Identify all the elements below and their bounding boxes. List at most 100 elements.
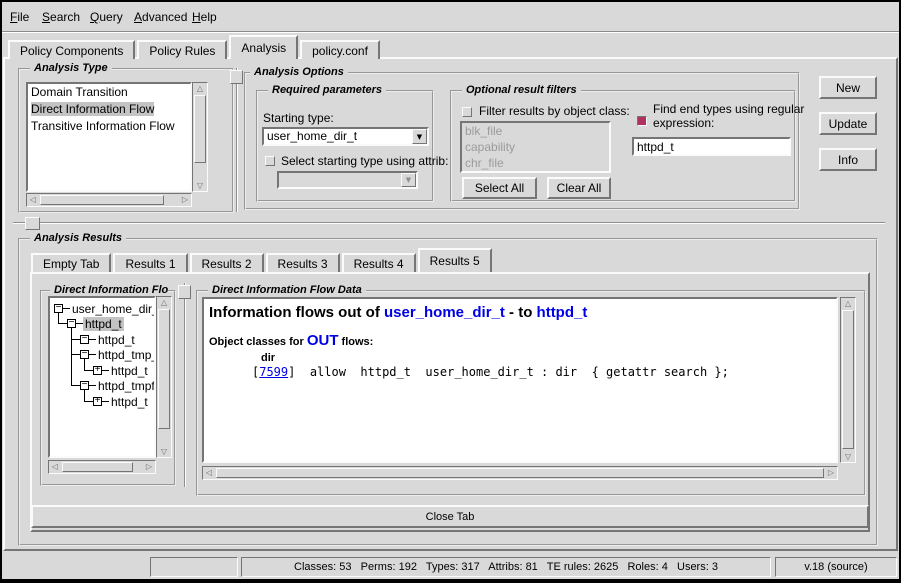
tab-results-1[interactable]: Results 1 (113, 253, 187, 272)
expand-toggle-icon[interactable]: − (80, 350, 89, 359)
tree-node[interactable]: −httpd_tmp_t (80, 347, 156, 362)
chevron-down-icon: ▼ (417, 133, 422, 141)
scroll-right-icon[interactable]: ▷ (825, 467, 837, 478)
tree-node[interactable]: −httpd_t (80, 332, 137, 347)
tree-connector (58, 323, 67, 324)
tab-results-4[interactable]: Results 4 (342, 253, 416, 272)
flow-tree-title: Direct Information Flow T (50, 284, 168, 296)
clear-all-button[interactable]: Clear All (547, 177, 611, 199)
tree-node[interactable]: +httpd_t (93, 363, 150, 378)
tree-connector (71, 385, 80, 386)
target-type: httpd_t (537, 304, 588, 321)
menu-search[interactable]: Search (42, 10, 80, 24)
flow-data-hscrollbar[interactable]: ◁ ▷ (202, 466, 838, 480)
scroll-left-icon[interactable]: ◁ (27, 194, 39, 205)
analysis-type-vscrollbar[interactable]: △ ▽ (192, 82, 208, 192)
tab-results-3[interactable]: Results 3 (266, 253, 340, 272)
scroll-right-icon[interactable]: ▷ (179, 194, 191, 205)
list-item[interactable]: Transitive Information Flow (28, 118, 190, 135)
status-empty-box (150, 557, 238, 577)
filter-by-class-label[interactable]: Filter results by object class: (479, 104, 630, 118)
scroll-thumb[interactable] (158, 309, 170, 429)
scroll-left-icon[interactable]: ◁ (203, 467, 215, 478)
menu-file[interactable]: File (10, 10, 29, 24)
analysis-type-listbox[interactable]: Domain Transition Direct Information Flo… (26, 82, 192, 192)
tree-node-selected[interactable]: −httpd_t (67, 316, 124, 331)
attrib-checkbox[interactable] (265, 156, 275, 166)
menu-query[interactable]: Query (90, 10, 123, 24)
tab-analysis[interactable]: Analysis (229, 35, 298, 59)
info-button[interactable]: Info (819, 148, 877, 171)
scroll-up-icon[interactable]: △ (194, 83, 206, 94)
tab-results-2[interactable]: Results 2 (190, 253, 264, 272)
flow-direction: OUT (307, 332, 339, 349)
scroll-left-icon[interactable]: ◁ (49, 461, 61, 472)
scroll-up-icon[interactable]: △ (158, 297, 170, 308)
tree-node[interactable]: +httpd_t (93, 394, 150, 409)
scroll-thumb[interactable] (62, 462, 133, 472)
flow-tree-hscrollbar[interactable]: ◁ ▷ (48, 460, 156, 474)
filter-by-class-checkbox[interactable] (462, 107, 472, 117)
expand-toggle-icon[interactable]: − (80, 335, 89, 344)
scroll-thumb[interactable] (842, 310, 854, 449)
starting-type-combobox[interactable]: user_home_dir_t ▼ (262, 127, 429, 146)
object-class-name: dir (261, 352, 836, 364)
flow-heading: Information flows out of user_home_dir_t… (209, 304, 836, 321)
expand-toggle-icon[interactable]: + (93, 397, 102, 406)
tab-policy-conf[interactable]: policy.conf (300, 40, 380, 59)
list-item: blk_file (462, 123, 609, 139)
scroll-down-icon[interactable]: ▽ (194, 180, 206, 191)
select-all-button[interactable]: Select All (462, 177, 537, 199)
close-tab-button[interactable]: Close Tab (31, 505, 869, 528)
analysis-type-title: Analysis Type (30, 62, 112, 74)
scroll-down-icon[interactable]: ▽ (158, 446, 170, 457)
scroll-thumb[interactable] (40, 195, 164, 205)
pane-sash-horizontal (13, 222, 885, 224)
update-button[interactable]: Update (819, 112, 877, 135)
flow-tree-vscrollbar[interactable]: △ ▽ (156, 296, 172, 458)
tree-node[interactable]: −user_home_dir_t (54, 301, 156, 316)
pane-sash-handle[interactable] (25, 217, 40, 230)
pane-sash-handle[interactable] (230, 70, 243, 84)
tree-connector (84, 401, 93, 402)
flow-tree[interactable]: −user_home_dir_t −httpd_t −httpd_t −http… (48, 296, 156, 458)
regex-checkbox[interactable] (637, 116, 647, 126)
attrib-checkbox-label[interactable]: Select starting type using attrib: (281, 154, 448, 168)
attrib-combobox: ▼ (277, 171, 418, 189)
new-button[interactable]: New (819, 76, 877, 99)
source-type: user_home_dir_t (384, 304, 505, 321)
tab-results-5[interactable]: Results 5 (418, 248, 492, 272)
scroll-thumb[interactable] (194, 95, 206, 163)
tree-connector (71, 354, 80, 355)
status-version: v.18 (source) (775, 557, 897, 577)
menu-advanced[interactable]: Advanced (134, 10, 187, 24)
allow-rule: [7599] allow httpd_t user_home_dir_t : d… (252, 365, 836, 379)
analysis-type-hscrollbar[interactable]: ◁ ▷ (26, 193, 192, 207)
regex-checkbox-label[interactable]: Find end types using regular expression: (653, 102, 805, 130)
flow-data-vscrollbar[interactable]: △ ▽ (840, 297, 856, 463)
list-item-selected[interactable]: Direct Information Flow (28, 101, 190, 118)
regex-input[interactable] (632, 137, 791, 156)
tab-policy-rules[interactable]: Policy Rules (137, 40, 227, 59)
expand-toggle-icon[interactable]: − (80, 381, 89, 390)
tab-policy-components[interactable]: Policy Components (8, 40, 135, 59)
tab-empty-tab[interactable]: Empty Tab (31, 253, 111, 272)
tree-connector (71, 339, 80, 340)
scroll-right-icon[interactable]: ▷ (143, 461, 155, 472)
expand-toggle-icon[interactable]: + (93, 366, 102, 375)
combobox-arrow-button[interactable]: ▼ (412, 129, 427, 144)
tree-connector (84, 370, 93, 371)
flow-data-text[interactable]: Information flows out of user_home_dir_t… (202, 297, 838, 463)
list-item[interactable]: Domain Transition (28, 84, 190, 101)
expand-toggle-icon[interactable]: − (54, 304, 63, 313)
app-window: File Search Query Advanced Help Policy C… (0, 0, 901, 583)
pane-sash-handle[interactable] (178, 285, 191, 299)
scroll-down-icon[interactable]: ▽ (842, 451, 854, 462)
rule-number-link[interactable]: 7599 (259, 365, 288, 379)
scroll-thumb[interactable] (216, 468, 824, 478)
scroll-up-icon[interactable]: △ (842, 298, 854, 309)
menu-help[interactable]: Help (192, 10, 217, 24)
tree-connector (71, 328, 72, 385)
expand-toggle-icon[interactable]: − (67, 319, 76, 328)
tree-node[interactable]: −httpd_tmpfs_t (80, 378, 156, 393)
